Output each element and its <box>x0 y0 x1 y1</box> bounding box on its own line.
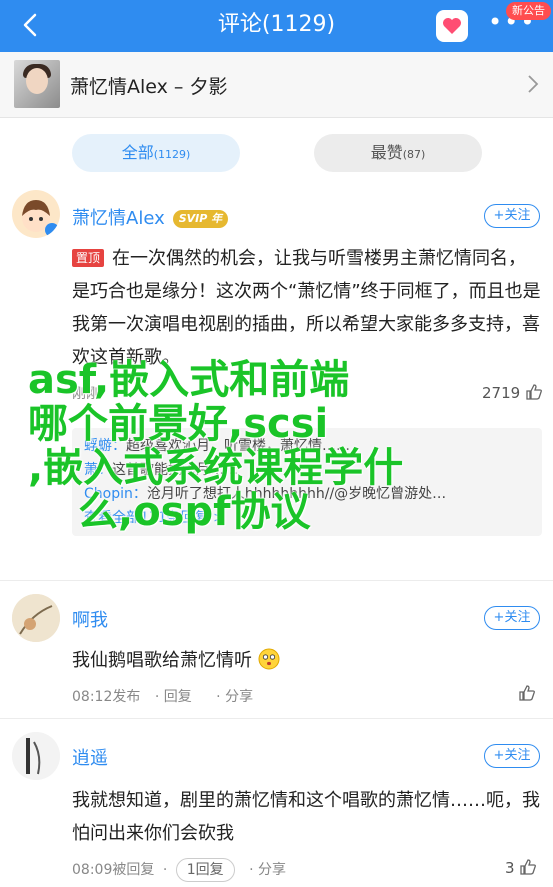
song-cover-image <box>14 60 60 108</box>
chevron-right-icon <box>528 75 539 93</box>
divider <box>0 718 553 719</box>
share-button[interactable]: · 分享 <box>210 686 263 706</box>
top-bar: 评论(1129) ••• 新公告 <box>0 0 553 52</box>
avatar[interactable] <box>12 190 60 238</box>
follow-button[interactable]: +关注 <box>484 204 540 228</box>
avatar-illustration <box>12 732 60 780</box>
reply-button[interactable]: 1回复 <box>175 858 235 882</box>
heart-icon <box>443 18 461 34</box>
avatar-illustration <box>22 200 59 237</box>
follow-button[interactable]: +关注 <box>484 606 540 630</box>
follow-button[interactable]: +关注 <box>484 744 540 768</box>
comment-meta: 08:12发布 · 回复 · 分享 <box>72 686 267 706</box>
share-button[interactable]: · 分享 <box>243 859 296 879</box>
comment-username[interactable]: 啊我 <box>72 606 108 632</box>
emoji-icon <box>258 648 280 670</box>
avatar[interactable] <box>12 594 60 642</box>
comment-text: 我就想知道，剧里的萧忆情和这个唱歌的萧忆情……呃，我怕问出来你们会砍我 <box>72 790 540 844</box>
like-count[interactable]: 3 <box>505 858 537 877</box>
svip-badge: SVIP 年 <box>172 210 229 228</box>
reply-button[interactable]: · 回复 <box>149 686 202 706</box>
tab-all[interactable]: 全部(1129) <box>72 134 240 172</box>
thumbs-up-icon <box>520 859 537 875</box>
like-count[interactable] <box>518 684 536 703</box>
overlay-text: asf,嵌入式和前端 哪个前景好,scsi ,嵌入式系统课程学什 么,ospf协… <box>28 357 404 535</box>
divider <box>0 580 553 581</box>
comment-tabs: 全部(1129) 最赞(87) <box>0 118 553 190</box>
thumbs-up-icon <box>519 685 535 701</box>
song-bar[interactable]: 萧忆情Alex – 夕影 <box>0 52 553 118</box>
announcement-badge[interactable]: 新公告 <box>506 2 551 20</box>
comment-item: 啊我 +关注 我仙鹅唱歌给萧忆情听 08:12发布 · 回复 · 分享 <box>0 594 553 724</box>
pinned-badge: 置顶 <box>72 249 105 267</box>
page-title: 评论(1129) <box>217 12 336 37</box>
thumbs-up-icon <box>526 384 542 400</box>
tab-top-liked[interactable]: 最赞(87) <box>314 134 482 172</box>
comment-username[interactable]: 萧忆情Alex SVIP 年 <box>72 204 229 230</box>
favorite-button[interactable] <box>436 10 468 42</box>
comment-meta: 08:09被回复 · 1回复 · 分享 <box>72 858 300 882</box>
avatar[interactable] <box>12 732 60 780</box>
comment-text: 置顶 在一次偶然的机会，让我与听雪楼男主萧忆情同名，是巧合也是缘分！这次两个“萧忆… <box>72 248 541 368</box>
comment-text: 我仙鹅唱歌给萧忆情听 <box>72 644 542 677</box>
comment-username[interactable]: 逍遥 <box>72 744 108 770</box>
avatar-illustration <box>12 594 60 642</box>
song-title: 萧忆情Alex – 夕影 <box>70 76 228 98</box>
comment-item: 逍遥 +关注 我就想知道，剧里的萧忆情和这个唱歌的萧忆情……呃，我怕问出来你们会… <box>0 732 553 887</box>
